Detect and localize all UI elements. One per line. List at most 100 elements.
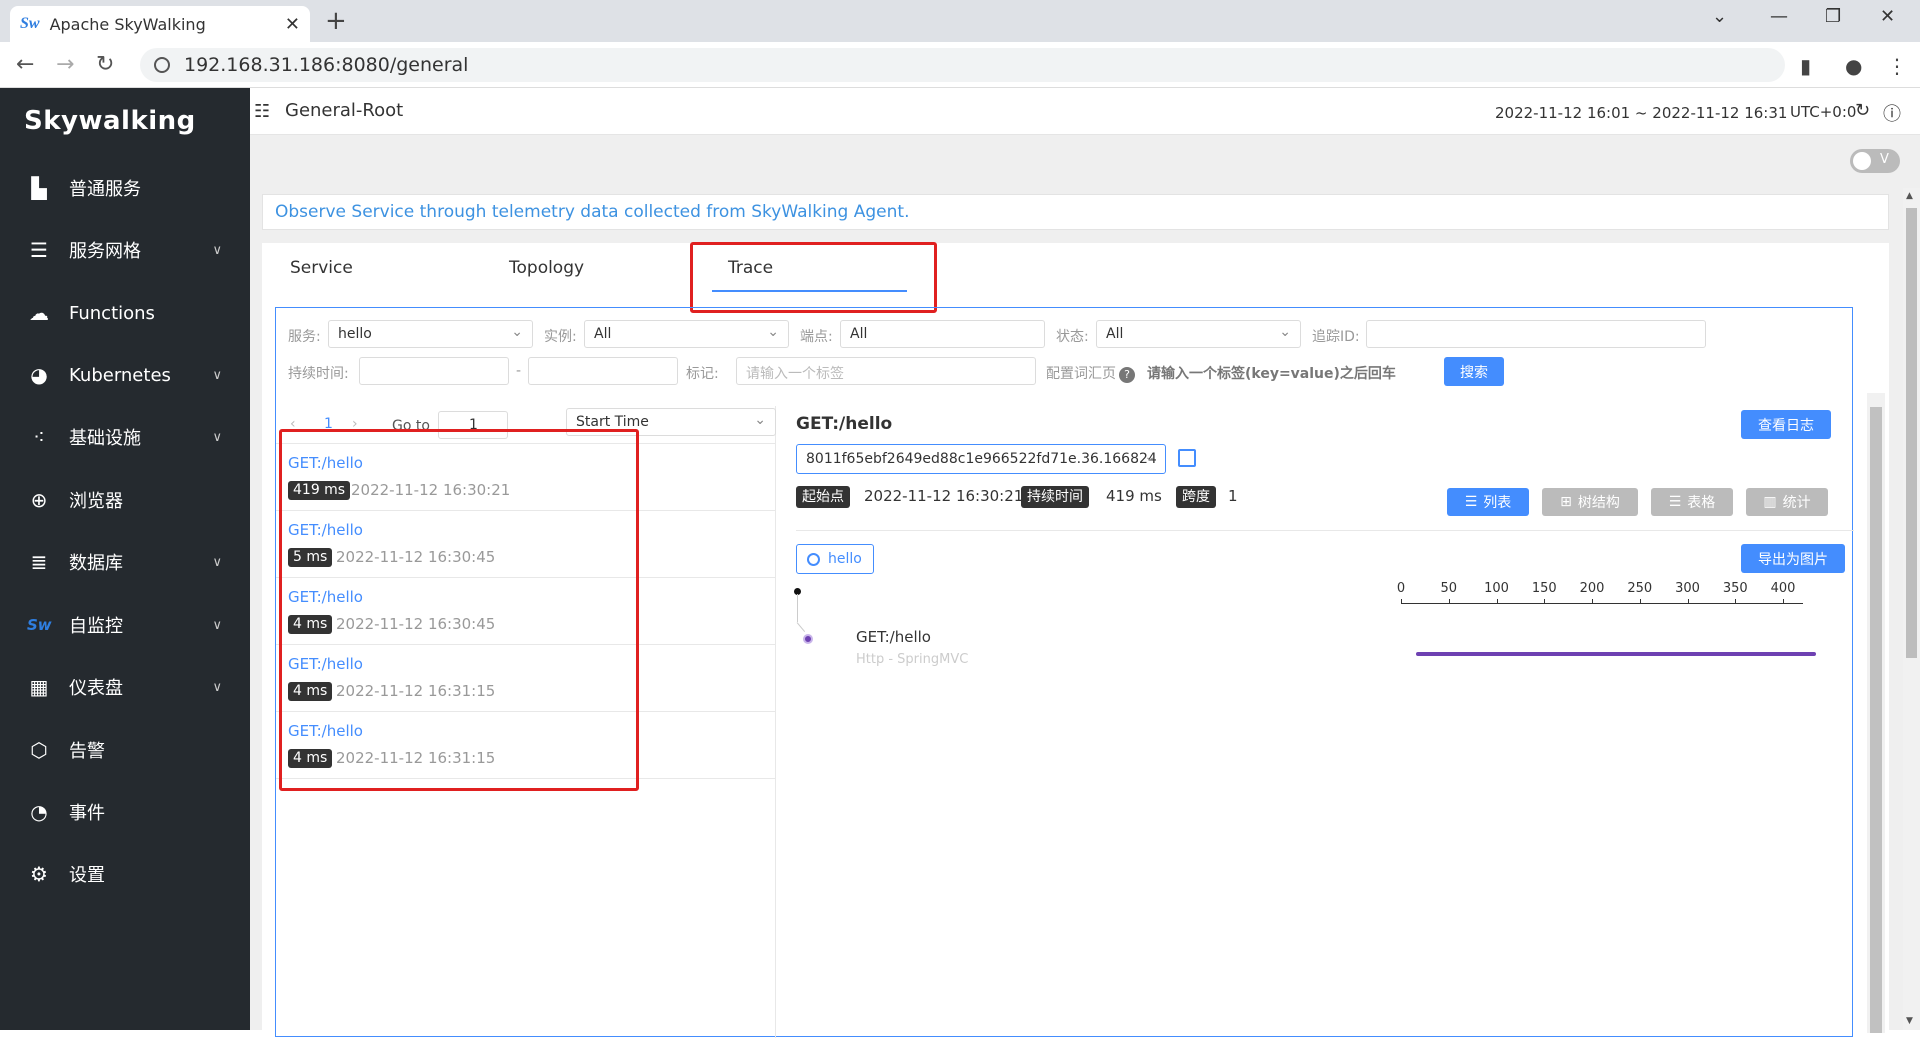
stats-view-button[interactable]: ▥ 统计: [1746, 488, 1828, 516]
scroll-up-icon[interactable]: ▲: [1906, 191, 1913, 201]
sidebar-item-alerting[interactable]: ⬡ 告警: [0, 730, 250, 770]
sidebar-item-service-mesh[interactable]: ☰ 服务网格 ∨: [0, 230, 250, 270]
tree-view-button[interactable]: ⊞ 树结构: [1542, 488, 1638, 516]
trace-detail: GET:/hello 查看日志 8011f65ebf2649ed88c1e966…: [794, 406, 1854, 1038]
tab-topology[interactable]: Topology: [509, 258, 584, 278]
list-icon: ☰: [1464, 494, 1478, 510]
reload-icon[interactable]: ↻: [96, 52, 114, 77]
axis-tick-mark: [1639, 599, 1641, 604]
list-view-button[interactable]: ☰ 列表: [1447, 488, 1529, 516]
span-node-dot[interactable]: [803, 634, 813, 644]
minimize-icon[interactable]: —: [1770, 6, 1788, 27]
service-legend-label: hello: [828, 551, 862, 567]
service-select[interactable]: hello ⌄: [328, 320, 533, 348]
sidebar-item-settings[interactable]: ⚙ 设置: [0, 854, 250, 894]
max-duration-input[interactable]: [528, 357, 678, 385]
sidebar-item-functions[interactable]: ☁ Functions: [0, 293, 250, 333]
sidebar-item-browser[interactable]: ⊕ 浏览器: [0, 480, 250, 520]
status-select-value: All: [1106, 326, 1124, 342]
url-field[interactable]: 192.168.31.186:8080/general: [140, 48, 1785, 82]
span-name[interactable]: GET:/hello: [856, 628, 931, 646]
config-vocab-text: 配置词汇页: [1046, 366, 1116, 382]
endpoint-input-value: All: [850, 326, 868, 342]
close-tab-icon[interactable]: ✕: [285, 14, 300, 35]
timeline-axis: 0 50 100 150 200 250 300 350 400: [1397, 581, 1811, 611]
status-select[interactable]: All ⌄: [1096, 320, 1301, 348]
service-select-value: hello: [338, 326, 372, 342]
browser-menu-icon[interactable]: ⋮: [1887, 54, 1907, 78]
span-duration-bar[interactable]: [1416, 652, 1816, 656]
new-tab-icon[interactable]: +: [325, 6, 347, 36]
chevron-down-icon: ∨: [212, 367, 222, 383]
traceid-input[interactable]: [1366, 320, 1706, 348]
sort-select-value: Start Time: [576, 414, 649, 430]
collapse-menu-icon[interactable]: ☷: [254, 101, 270, 122]
time-range[interactable]: 2022-11-12 16:01 ~ 2022-11-12 16:31: [1495, 104, 1787, 122]
list-view-label: 列表: [1483, 495, 1512, 511]
version-toggle[interactable]: V: [1850, 149, 1900, 173]
scroll-down-icon[interactable]: ▼: [1906, 1016, 1913, 1026]
status-filter-label: 状态:: [1056, 329, 1089, 345]
table-view-button[interactable]: ☰ 表格: [1651, 488, 1733, 516]
export-image-button[interactable]: 导出为图片: [1741, 544, 1845, 573]
trace-id-select[interactable]: 8011f65ebf2649ed88c1e966522fd71e.36.1668…: [796, 444, 1166, 474]
sidebar-item-self-observability[interactable]: Sw 自监控 ∨: [0, 605, 250, 645]
min-duration-input[interactable]: [359, 357, 509, 385]
duration-value: 419 ms: [1106, 487, 1162, 505]
page-scrollbar[interactable]: ▲ ▼: [1903, 188, 1920, 1030]
chevron-down-icon: ⌄: [1144, 449, 1156, 465]
url-text: 192.168.31.186:8080/general: [184, 54, 469, 76]
tab-search-icon[interactable]: ⌄: [1712, 6, 1727, 27]
tree-view-label: 树结构: [1577, 495, 1620, 511]
panel-tabs: Service Topology Trace: [262, 243, 1889, 295]
info-icon[interactable]: ⓘ: [1883, 100, 1901, 126]
service-legend-chip[interactable]: hello: [796, 544, 874, 574]
help-icon[interactable]: ?: [1119, 367, 1135, 383]
site-info-icon[interactable]: [154, 57, 170, 73]
sidebar-item-kubernetes[interactable]: ◕ Kubernetes ∨: [0, 355, 250, 395]
nodes-icon: ⁖: [33, 425, 45, 449]
sidebar-item-label: 数据库: [69, 553, 123, 574]
panel-scroll-thumb[interactable]: [1870, 407, 1882, 1033]
sidebar-item-dashboard[interactable]: ▦ 仪表盘 ∨: [0, 667, 250, 707]
refresh-icon[interactable]: ↻: [1855, 100, 1870, 121]
sidebar-item-label: 自监控: [69, 616, 123, 637]
forward-icon[interactable]: →: [56, 52, 74, 77]
sidebar-item-label: 设置: [69, 865, 105, 886]
axis-tick-mark: [1592, 599, 1593, 604]
sidebar-item-database[interactable]: ≣ 数据库 ∨: [0, 542, 250, 582]
database-stack-icon: ☰: [30, 238, 48, 262]
skywalking-logo[interactable]: Skywalking: [24, 106, 196, 136]
chevron-down-icon: ∨: [212, 679, 222, 695]
trace-list-highlight: [279, 429, 639, 791]
axis-tick-label: 300: [1675, 581, 1700, 596]
sidebar: Skywalking ▙ 普通服务 ☰ 服务网格 ∨ ☁ Functions ◕…: [0, 88, 250, 1030]
description-notice: Observe Service through telemetry data c…: [262, 194, 1889, 230]
axis-tick-mark: [1448, 599, 1450, 604]
back-icon[interactable]: ←: [16, 52, 34, 77]
span-count-value: 1: [1228, 487, 1238, 505]
search-button[interactable]: 搜索: [1444, 357, 1504, 386]
sidebar-item-label: 基础设施: [69, 428, 141, 449]
view-logs-button[interactable]: 查看日志: [1741, 410, 1831, 439]
sidebar-item-infrastructure[interactable]: ⁖ 基础设施 ∨: [0, 417, 250, 457]
globe-icon: ⊕: [30, 488, 48, 512]
instance-select[interactable]: All ⌄: [584, 320, 789, 348]
tab-service[interactable]: Service: [290, 258, 353, 278]
sidebar-item-general-service[interactable]: ▙ 普通服务: [0, 168, 250, 208]
profile-avatar-icon[interactable]: ●: [1845, 54, 1862, 78]
window-close-icon[interactable]: ✕: [1880, 6, 1895, 27]
tag-input[interactable]: 请输入一个标签: [736, 357, 1036, 385]
copy-icon[interactable]: [1178, 449, 1196, 467]
reader-mode-icon[interactable]: ▮: [1800, 54, 1811, 78]
config-vocab-label[interactable]: 配置词汇页?: [1046, 363, 1135, 383]
restore-icon[interactable]: ❐: [1825, 6, 1841, 27]
chevron-down-icon: ∨: [212, 242, 222, 258]
page-scroll-thumb[interactable]: [1906, 208, 1917, 658]
sidebar-item-events[interactable]: ◔ 事件: [0, 792, 250, 832]
browser-tab[interactable]: Sw Apache SkyWalking ✕: [10, 6, 310, 42]
panel-scrollbar[interactable]: [1867, 393, 1885, 1033]
list-icon: ≣: [30, 550, 48, 574]
endpoint-input[interactable]: All: [840, 320, 1045, 348]
axis-tick-mark: [1687, 599, 1689, 604]
